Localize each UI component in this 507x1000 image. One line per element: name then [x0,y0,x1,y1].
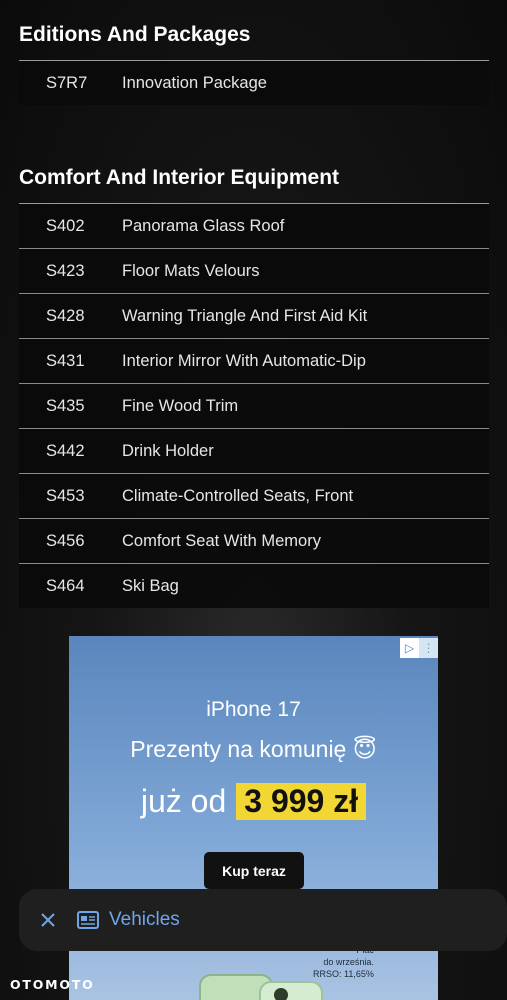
option-code: S442 [46,441,85,460]
option-name: Climate-Controlled Seats, Front [122,486,354,505]
option-code: S7R7 [46,73,88,92]
vehicles-link[interactable]: Vehicles [77,909,180,931]
table-row: S402 Panorama Glass Roof [19,204,489,249]
section-title-comfort: Comfort And Interior Equipment [19,166,340,189]
ad-price-line: już od 3 999 zł [69,783,438,820]
ad-from-label: już od [140,783,227,819]
more-options-icon[interactable]: ⋮ [419,638,438,658]
ad-fine-print-line: do września. [323,957,374,967]
option-name: Interior Mirror With Automatic-Dip [122,351,366,370]
ad-phone-image [259,981,323,1000]
option-name: Drink Holder [122,441,214,460]
table-row: S456 Comfort Seat With Memory [19,519,489,564]
ad-buy-now-button[interactable]: Kup teraz [204,852,304,889]
ad-phone-camera [274,988,288,1000]
option-code: S423 [46,261,85,280]
table-row: S7R7 Innovation Package [19,61,489,105]
bottom-navigation-bar: Vehicles [19,889,507,951]
comfort-table: S402 Panorama Glass Roof S423 Floor Mats… [19,203,489,608]
option-name: Fine Wood Trim [122,396,239,415]
option-name: Warning Triangle And First Aid Kit [122,306,368,325]
ad-headline: Prezenty na komunię 😇 [130,736,377,762]
option-code: S456 [46,531,85,550]
option-code: S402 [46,216,85,235]
option-name: Comfort Seat With Memory [122,531,321,550]
adchoices-icon[interactable]: ▷ [400,638,419,658]
table-row: S423 Floor Mats Velours [19,249,489,294]
option-code: S453 [46,486,85,505]
option-name: Ski Bag [122,576,179,595]
otomoto-logo: OTOMOTO [10,977,95,992]
newspaper-icon [77,911,99,929]
close-icon[interactable] [19,911,77,929]
table-row: S464 Ski Bag [19,564,489,608]
adchoices-badge[interactable]: ▷ ⋮ [400,638,438,658]
vehicles-label[interactable]: Vehicles [109,909,180,931]
table-row: S428 Warning Triangle And First Aid Kit [19,294,489,339]
option-code: S464 [46,576,85,595]
table-row: S442 Drink Holder [19,429,489,474]
ad-price: 3 999 zł [236,783,367,820]
section-title-editions: Editions And Packages [19,23,251,46]
table-row: S453 Climate-Controlled Seats, Front [19,474,489,519]
option-code: S435 [46,396,85,415]
table-row: S435 Fine Wood Trim [19,384,489,429]
option-name: Panorama Glass Roof [122,216,285,235]
option-code: S428 [46,306,85,325]
ad-product-title: iPhone 17 [69,698,438,722]
editions-table: S7R7 Innovation Package [19,60,489,105]
option-code: S431 [46,351,85,370]
ad-product-name: iPhone 17 [206,698,301,721]
ad-fine-print-line: RRSO: 11,65% [313,969,374,979]
option-name: Floor Mats Velours [122,261,260,280]
table-row: S431 Interior Mirror With Automatic-Dip [19,339,489,384]
option-name: Innovation Package [122,73,267,92]
